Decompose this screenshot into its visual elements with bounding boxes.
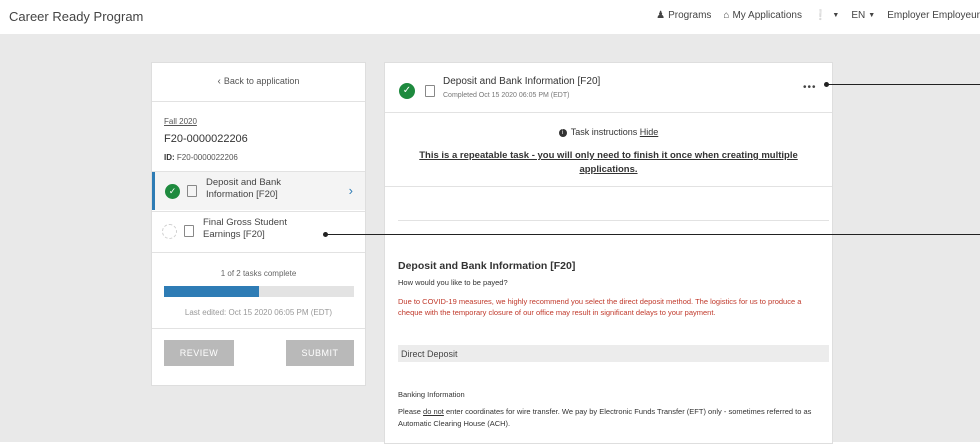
repeatable-notice: This is a repeatable task - you will onl… — [419, 150, 798, 175]
chevron-left-icon: ‹ — [217, 76, 221, 87]
divider — [152, 252, 365, 253]
application-number: F20-0000022206 — [164, 133, 248, 145]
back-label: Back to application — [223, 76, 300, 86]
divider — [385, 186, 832, 187]
hide-instructions-link[interactable]: Hide — [640, 127, 659, 137]
top-nav: ♟ Programs ⌂ My Applications ❕ ▼ EN ▼ Em… — [644, 10, 980, 21]
back-to-application-link[interactable]: ‹ Back to application — [152, 76, 365, 87]
completed-timestamp: Completed Oct 15 2020 06:05 PM (EDT) — [443, 92, 570, 99]
users-icon: ♟ — [656, 10, 666, 21]
submit-button[interactable]: SUBMIT — [286, 340, 354, 366]
nav-my-applications-label: My Applications — [732, 10, 802, 21]
chevron-down-icon: ▼ — [832, 12, 840, 19]
language-label: EN — [851, 10, 866, 21]
application-id-label: ID: — [164, 153, 175, 162]
user-name: Employer Employeur — [887, 10, 980, 21]
app-title[interactable]: Career Ready Program — [9, 9, 143, 24]
document-icon — [425, 85, 435, 97]
help-menu[interactable]: ❕ ▼ — [814, 10, 839, 21]
banking-text-post: enter coordinates for wire transfer. We … — [398, 407, 812, 428]
progress-bar — [164, 286, 354, 297]
incomplete-circle-icon — [162, 224, 177, 239]
chevron-down-icon: ▼ — [868, 12, 876, 19]
banking-info-title: Banking Information — [398, 390, 465, 399]
task-panel: ✓ Deposit and Bank Information [F20] Com… — [384, 62, 833, 444]
nav-my-applications[interactable]: ⌂ My Applications — [723, 10, 802, 21]
home-icon: ⌂ — [723, 10, 730, 21]
task-title: Deposit and Bank Information [F20] — [443, 76, 601, 87]
nav-programs-label: Programs — [668, 10, 712, 21]
task-item-earnings[interactable]: Final Gross Student Earnings [F20] — [152, 212, 365, 250]
banking-info-text: Please do not enter coordinates for wire… — [398, 406, 828, 430]
info-icon: i — [558, 128, 567, 137]
covid-notice: Due to COVID-19 measures, we highly reco… — [398, 297, 802, 317]
banking-text-emphasis: do not — [423, 407, 444, 416]
section-title: Deposit and Bank Information [F20] — [398, 260, 576, 272]
annotation-line — [326, 234, 980, 235]
term-link[interactable]: Fall 2020 — [164, 117, 197, 126]
divider — [152, 101, 365, 102]
payment-question: How would you like to be payed? — [398, 278, 508, 287]
review-button[interactable]: REVIEW — [164, 340, 234, 366]
task-label: Deposit and Bank Information [F20] — [206, 177, 281, 200]
annotation-line — [827, 84, 980, 85]
payment-method-value: Direct Deposit — [401, 349, 458, 359]
divider — [152, 328, 365, 329]
more-options-button[interactable]: ••• — [803, 82, 817, 93]
check-circle-icon: ✓ — [399, 83, 415, 99]
top-bar: Career Ready Program ♟ Programs ⌂ My App… — [0, 0, 980, 34]
task-sidebar: ‹ Back to application Fall 2020 F20-00000… — [151, 62, 366, 386]
task-instructions-toggle: i Task instructions Hide — [385, 127, 832, 137]
application-id: ID: F20-0000022206 — [164, 153, 238, 162]
banking-text-pre: Please — [398, 407, 421, 416]
divider — [385, 112, 832, 113]
progress-text: 1 of 2 tasks complete — [220, 269, 297, 278]
user-menu[interactable]: Employer Employeur — [887, 10, 980, 21]
divider — [398, 220, 829, 221]
progress-fill — [164, 286, 259, 297]
document-icon — [187, 185, 197, 197]
chevron-right-icon: › — [348, 183, 353, 198]
last-edited: Last edited: Oct 15 2020 06:05 PM (EDT) — [184, 308, 333, 317]
document-icon — [184, 225, 194, 237]
language-menu[interactable]: EN ▼ — [851, 10, 875, 21]
payment-method-select[interactable]: Direct Deposit — [398, 345, 829, 362]
check-circle-icon: ✓ — [165, 184, 180, 199]
instructions-label: Task instructions — [570, 127, 638, 137]
task-label: Final Gross Student Earnings [F20] — [203, 217, 287, 240]
info-icon: ❕ — [813, 10, 827, 21]
task-item-deposit[interactable]: ✓ Deposit and Bank Information [F20] › — [152, 172, 365, 210]
nav-programs[interactable]: ♟ Programs — [656, 10, 711, 21]
application-id-value: F20-0000022206 — [176, 153, 238, 162]
